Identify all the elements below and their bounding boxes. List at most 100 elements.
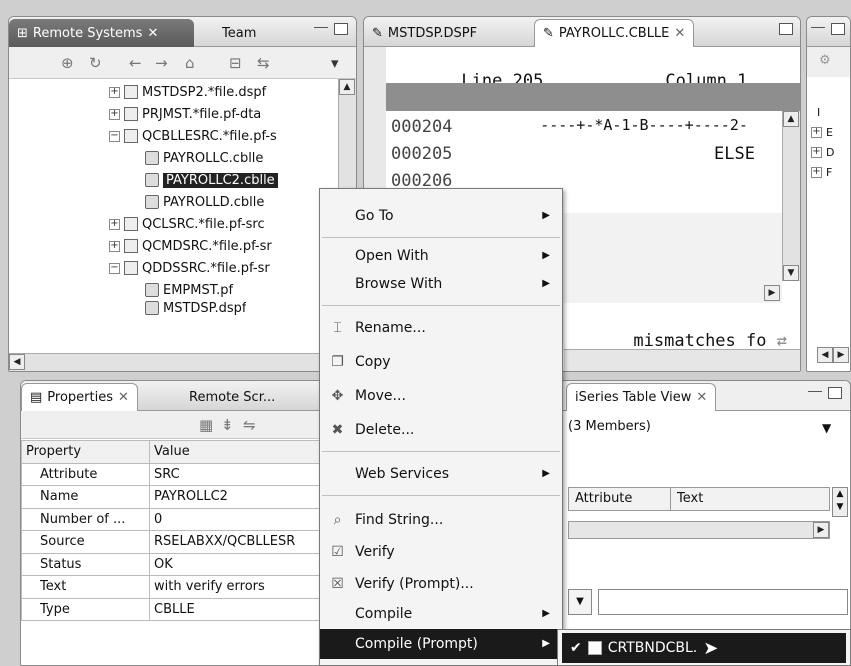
scroll-right-icon[interactable]: ▶ — [813, 522, 829, 538]
column-header-text[interactable]: Text — [671, 488, 829, 510]
table-row[interactable]: Name PAYROLLC2 — [21, 485, 339, 509]
home-icon[interactable]: ⌂ — [185, 54, 195, 72]
submenu-item-crtbndcbl[interactable]: ✔ CRTBNDCBL. ➤ — [562, 633, 846, 663]
table-row[interactable]: Type CBLLE — [21, 597, 339, 621]
outline-item[interactable]: I — [817, 101, 820, 123]
expand-icon[interactable]: + — [811, 166, 822, 178]
maximize-icon[interactable] — [334, 23, 348, 35]
menu-item-find-string[interactable]: ⌕ Find String... — [320, 505, 562, 535]
maximize-icon[interactable] — [779, 23, 793, 35]
new-connection-icon[interactable]: ⊕ — [61, 54, 74, 72]
sort-icon[interactable]: ⚙ — [819, 53, 831, 68]
link-editor-icon[interactable]: ⇆ — [257, 54, 270, 72]
tree-item[interactable]: − QDDSSRC.*file.pf-sr — [109, 257, 270, 279]
tab-team[interactable]: Team — [214, 19, 264, 47]
close-icon[interactable]: ✕ — [674, 26, 685, 41]
expand-icon[interactable]: + — [109, 218, 120, 230]
minimize-icon[interactable] — [808, 391, 822, 394]
view-menu-icon[interactable]: ▾ — [331, 54, 339, 72]
column-header-attribute[interactable]: Attribute — [569, 488, 671, 510]
table-row[interactable]: Attribute SRC — [21, 462, 339, 486]
editor-vertical-scrollbar[interactable]: ▲ ▼ — [782, 111, 800, 281]
menu-item-move[interactable]: ✥ Move... — [320, 381, 562, 411]
collapse-all-icon[interactable]: ⊟ — [229, 54, 242, 72]
outline-item[interactable]: + F — [811, 161, 832, 183]
view-menu-icon[interactable]: ▼ — [822, 421, 831, 435]
tab-iseries-table-view[interactable]: iSeries Table View ✕ — [566, 383, 717, 411]
expand-icon[interactable]: + — [811, 126, 822, 138]
tree-item[interactable]: + PRJMST.*file.pf-dta — [109, 103, 261, 125]
collapse-icon[interactable]: − — [109, 130, 120, 142]
maximize-icon[interactable] — [828, 387, 842, 399]
tree-item[interactable]: MSTDSP.dspf — [145, 301, 246, 315]
menu-item-compile-prompt[interactable]: Compile (Prompt) ▶ — [320, 629, 562, 659]
minimize-icon[interactable] — [811, 27, 825, 30]
tree-item[interactable]: PAYROLLD.cblle — [145, 191, 264, 213]
tree-item[interactable]: PAYROLLC.cblle — [145, 147, 263, 169]
scroll-up-icon[interactable]: ▲ — [339, 79, 355, 95]
table-row[interactable]: Source RSELABXX/QCBLLESR — [21, 530, 339, 554]
close-icon[interactable]: ✕ — [696, 390, 707, 405]
menu-item-verify[interactable]: ☑ Verify — [320, 537, 562, 567]
scroll-left-icon[interactable]: ◀ — [9, 354, 25, 370]
tab-payrollc-cblle[interactable]: ✎ PAYROLLC.CBLLE ✕ — [534, 19, 695, 47]
menu-item-partial[interactable] — [320, 659, 562, 666]
menu-item-browse-with[interactable]: Browse With ▶ — [320, 269, 562, 299]
restore-default-icon[interactable]: ⇋ — [243, 416, 256, 434]
tree-item[interactable]: − QCBLLESRC.*file.pf-s — [109, 125, 277, 147]
menu-item-web-services[interactable]: Web Services ▶ — [320, 459, 562, 489]
minimize-icon[interactable] — [314, 27, 328, 30]
scroll-left-icon[interactable]: ◀ — [817, 347, 833, 363]
tab-remote-scratchpad[interactable]: Remote Scr... — [181, 383, 283, 411]
refresh-icon[interactable]: ↻ — [89, 54, 102, 72]
outline-item[interactable]: + E — [811, 121, 833, 143]
categories-icon[interactable]: ▦ — [199, 416, 213, 434]
collapse-icon[interactable]: − — [109, 262, 120, 274]
filter-icon[interactable]: ⇟ — [221, 416, 234, 434]
menu-item-verify-prompt[interactable]: ☒ Verify (Prompt)... — [320, 569, 562, 599]
menu-item-go-to[interactable]: Go To ▶ — [320, 201, 562, 231]
scroll-right-icon[interactable]: ▶ — [764, 285, 780, 301]
toggle-icon[interactable]: ⇄ — [766, 331, 787, 351]
property-name: Status — [21, 552, 150, 576]
expand-icon[interactable]: + — [109, 86, 120, 98]
menu-item-delete[interactable]: ✖ Delete... — [320, 415, 562, 445]
filter-input[interactable] — [598, 589, 848, 615]
table-row[interactable]: Number of ... 0 — [21, 507, 339, 531]
code-line[interactable]: ELSE — [714, 144, 755, 164]
column-header-property[interactable]: Property — [21, 440, 150, 464]
table-horizontal-scrollbar[interactable]: ▶ — [568, 521, 830, 539]
menu-item-rename[interactable]: ⌶ Rename... — [320, 313, 562, 343]
table-vertical-scrollbar[interactable]: ▲ ▼ — [832, 487, 848, 517]
tree-item[interactable]: + MSTDSP2.*file.dspf — [109, 81, 266, 103]
expand-icon[interactable]: + — [109, 108, 120, 120]
menu-item-copy[interactable]: ❐ Copy — [320, 347, 562, 377]
filter-dropdown[interactable]: ▼ — [568, 589, 592, 615]
tab-properties[interactable]: ▤ Properties ✕ — [21, 383, 138, 411]
tree-item[interactable]: + QCLSRC.*file.pf-src — [109, 213, 265, 235]
tree-item[interactable]: EMPMST.pf — [145, 279, 233, 301]
close-icon[interactable]: ✕ — [147, 26, 158, 41]
back-icon[interactable]: ← — [129, 54, 142, 72]
tree-item-selected[interactable]: PAYROLLC2.cblle — [145, 169, 278, 191]
column-header-value[interactable]: Value — [149, 440, 339, 464]
tab-remote-systems[interactable]: ⊞ Remote Systems ✕ — [9, 19, 194, 47]
tree-item[interactable]: + QCMDSRC.*file.pf-sr — [109, 235, 272, 257]
close-icon[interactable]: ✕ — [118, 390, 129, 405]
expand-icon[interactable]: + — [811, 146, 822, 158]
tab-mstdsp-dspf[interactable]: ✎ MSTDSP.DSPF — [364, 19, 485, 47]
table-row[interactable]: Status OK — [21, 552, 339, 576]
maximize-icon[interactable] — [831, 23, 845, 35]
expand-icon[interactable]: + — [109, 240, 120, 252]
scroll-up-icon[interactable]: ▲ — [783, 111, 799, 127]
source-file-icon — [124, 129, 138, 143]
forward-icon[interactable]: → — [155, 54, 168, 72]
tree-horizontal-scrollbar[interactable]: ◀ ▶ — [9, 353, 356, 371]
scroll-right-icon[interactable]: ▶ — [833, 347, 849, 363]
member-icon — [145, 301, 159, 315]
menu-item-compile[interactable]: Compile ▶ — [320, 599, 562, 629]
menu-item-open-with[interactable]: Open With ▶ — [320, 241, 562, 271]
outline-item[interactable]: + D — [811, 141, 834, 163]
table-row[interactable]: Text with verify errors — [21, 575, 339, 599]
scroll-down-icon[interactable]: ▼ — [783, 265, 799, 281]
